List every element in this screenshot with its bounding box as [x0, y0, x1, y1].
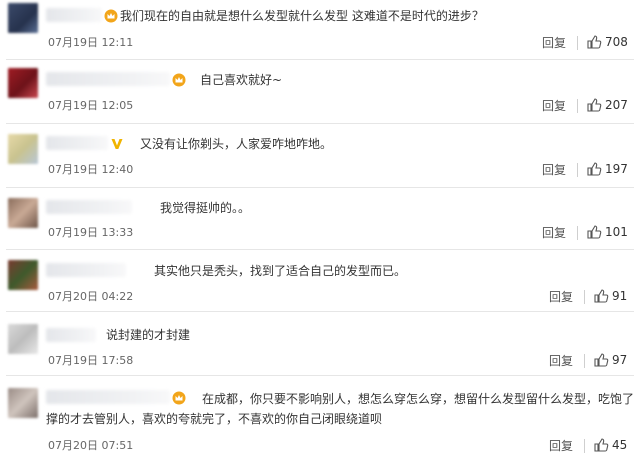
like-count: 91 [612, 289, 628, 303]
reply-button[interactable]: 回复 [549, 437, 573, 454]
username-redacted[interactable] [46, 8, 102, 22]
comment-item: 我觉得挺帅的。。 07月19日 13:33 回复 101 [0, 188, 640, 250]
crown-icon [172, 73, 186, 87]
comment-time: 07月19日 12:11 [48, 36, 134, 49]
crown-icon [104, 9, 118, 23]
comment-text: 我觉得挺帅的。。 [160, 201, 251, 215]
like-button[interactable]: 207 [586, 97, 628, 113]
comment-item: 说封建的才封建 07月19日 17:58 回复 97 [0, 312, 640, 376]
verified-v-icon [111, 139, 123, 149]
like-count: 45 [612, 438, 628, 452]
reply-button[interactable]: 回复 [542, 34, 566, 51]
avatar[interactable] [8, 198, 38, 228]
like-count: 101 [605, 225, 628, 239]
comment-time: 07月19日 12:40 [48, 163, 134, 176]
comment-text: 自己喜欢就好~ [200, 73, 283, 87]
action-divider [577, 163, 578, 177]
comment-text: 又没有让你剃头，人家爱咋地咋地。 [140, 137, 333, 151]
avatar[interactable] [8, 3, 38, 33]
like-button[interactable]: 45 [593, 437, 627, 453]
thumbs-up-icon [587, 162, 602, 176]
thumbs-up-icon [587, 225, 602, 239]
thumbs-up-icon [594, 353, 609, 367]
reply-button[interactable]: 回复 [549, 288, 573, 305]
comment-time: 07月20日 04:22 [48, 290, 134, 303]
reply-button[interactable]: 回复 [549, 352, 573, 369]
like-count: 197 [605, 162, 628, 176]
like-count: 207 [605, 98, 628, 112]
like-button[interactable]: 97 [593, 352, 627, 368]
reply-button[interactable]: 回复 [542, 97, 566, 114]
comment-time: 07月19日 13:33 [48, 226, 134, 239]
avatar[interactable] [8, 134, 38, 164]
comment-item: 在成都，你只要不影响别人，想怎么穿怎么穿，想留什么发型留什么发型，吃饱了撑的才去… [0, 376, 640, 458]
reply-button[interactable]: 回复 [542, 161, 566, 178]
comment-time: 07月19日 12:05 [48, 99, 134, 112]
like-button[interactable]: 101 [586, 224, 628, 240]
action-divider [584, 354, 585, 368]
thumbs-up-icon [594, 289, 609, 303]
username-redacted[interactable] [46, 200, 132, 214]
like-button[interactable]: 708 [586, 34, 628, 50]
comment-text: 其实他只是秃头，找到了适合自己的发型而已。 [154, 264, 407, 278]
username-redacted[interactable] [46, 72, 170, 86]
comment-text: 在成都，你只要不影响别人，想怎么穿怎么穿，想留什么发型留什么发型，吃饱了撑的才去… [46, 392, 635, 426]
avatar[interactable] [8, 68, 38, 98]
comment-item: 自己喜欢就好~ 07月19日 12:05 回复 207 [0, 60, 640, 124]
action-divider [584, 290, 585, 304]
comment-item: 其实他只是秃头，找到了适合自己的发型而已。 07月20日 04:22 回复 91 [0, 250, 640, 312]
like-count: 97 [612, 353, 628, 367]
action-divider [577, 226, 578, 240]
thumbs-up-icon [587, 35, 602, 49]
avatar[interactable] [8, 388, 38, 418]
comment-time: 07月20日 07:51 [48, 439, 134, 452]
action-divider [577, 99, 578, 113]
like-button[interactable]: 91 [593, 288, 627, 304]
comment-item: 又没有让你剃头，人家爱咋地咋地。 07月19日 12:40 回复 197 [0, 124, 640, 188]
like-button[interactable]: 197 [586, 161, 628, 177]
username-redacted[interactable] [46, 136, 108, 150]
thumbs-up-icon [587, 98, 602, 112]
username-redacted[interactable] [46, 328, 96, 342]
comment-text: 说封建的才封建 [106, 328, 191, 342]
comment-text: 我们现在的自由就是想什么发型就什么发型 这难道不是时代的进步？ [120, 9, 484, 23]
action-divider [577, 36, 578, 50]
comment-item: 我们现在的自由就是想什么发型就什么发型 这难道不是时代的进步？ 07月19日 1… [0, 0, 640, 60]
avatar[interactable] [8, 324, 38, 354]
username-redacted[interactable] [46, 263, 126, 277]
avatar[interactable] [8, 260, 38, 290]
reply-button[interactable]: 回复 [542, 224, 566, 241]
like-count: 708 [605, 35, 628, 49]
action-divider [584, 439, 585, 453]
comment-time: 07月19日 17:58 [48, 354, 134, 367]
thumbs-up-icon [594, 438, 609, 452]
